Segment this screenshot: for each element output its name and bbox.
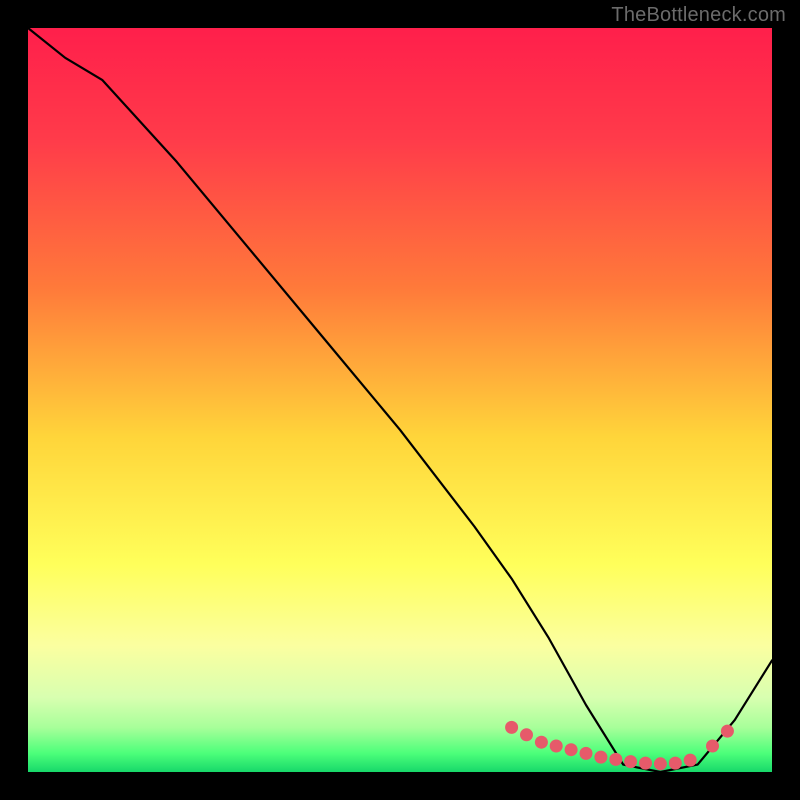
bottleneck-chart (0, 0, 800, 800)
highlight-point (550, 740, 563, 753)
highlight-point (580, 747, 593, 760)
highlight-point (706, 740, 719, 753)
highlight-point (535, 736, 548, 749)
highlight-point (594, 751, 607, 764)
highlight-point (520, 728, 533, 741)
highlight-point (609, 753, 622, 766)
highlight-point (639, 757, 652, 770)
plot-background (28, 28, 772, 772)
highlight-point (721, 725, 734, 738)
chart-stage: TheBottleneck.com (0, 0, 800, 800)
highlight-point (654, 757, 667, 770)
highlight-point (505, 721, 518, 734)
highlight-point (624, 755, 637, 768)
highlight-point (669, 757, 682, 770)
watermark-label: TheBottleneck.com (611, 4, 786, 27)
highlight-point (684, 754, 697, 767)
highlight-point (565, 743, 578, 756)
